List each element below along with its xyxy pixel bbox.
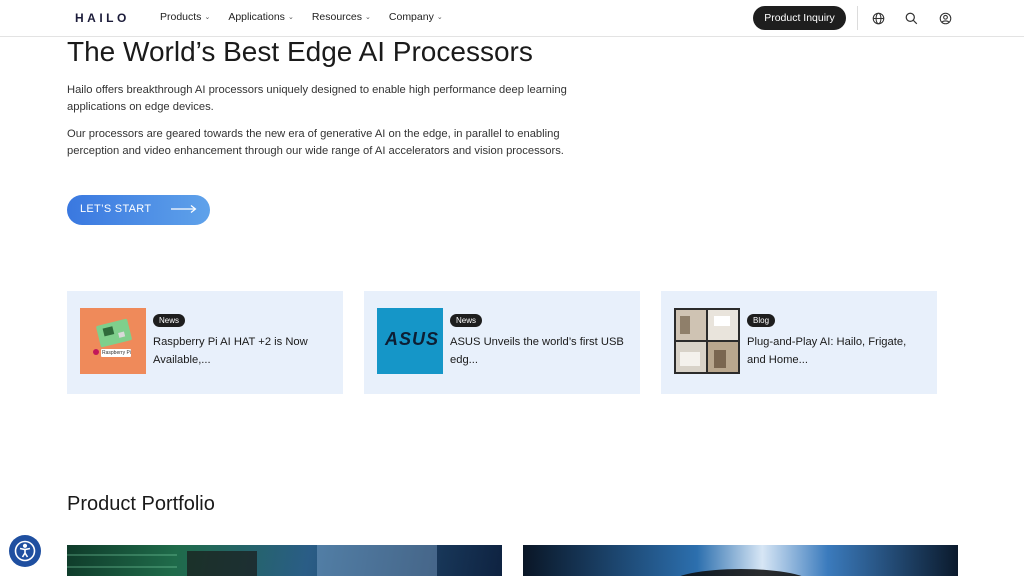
asus-logo-text: ASUS: [385, 329, 440, 349]
main-nav: Products ⌄ Applications ⌄ Resources ⌄ Co…: [160, 11, 461, 23]
camera-grid-thumbnail: [674, 308, 740, 374]
raspberry-pi-thumb-text: Raspberry Pi: [102, 350, 131, 356]
raspberry-pi-thumbnail: Raspberry Pi: [80, 308, 146, 374]
news-card-asus[interactable]: ASUS News ASUS Unveils the world’s first…: [364, 291, 640, 394]
nav-products[interactable]: Products ⌄: [160, 11, 210, 23]
nav-resources-label: Resources: [311, 11, 363, 23]
site-header: HAILO Products ⌄ Applications ⌄ Resource…: [0, 0, 1024, 37]
portfolio-image-chip-board[interactable]: [67, 545, 502, 576]
nav-applications-label: Applications: [228, 11, 285, 23]
hero-title: The World’s Best Edge AI Processors: [67, 36, 533, 67]
blog-badge: Blog: [747, 314, 776, 327]
hero-intro: Hailo offers breakthrough AI processors …: [67, 84, 567, 113]
nav-resources[interactable]: Resources ⌄: [312, 11, 371, 23]
chevron-down-icon: ⌄: [287, 14, 294, 21]
chevron-down-icon: ⌄: [365, 14, 371, 21]
arrow-right-icon: [171, 204, 197, 217]
lets-start-label: LET’S START: [80, 203, 152, 215]
portfolio-image-ai-module[interactable]: [523, 545, 958, 576]
product-inquiry-button[interactable]: Product Inquiry: [753, 6, 846, 30]
blog-card-plug-and-play[interactable]: Blog Plug-and-Play AI: Hailo, Frigate, a…: [661, 291, 937, 394]
globe-icon[interactable]: [870, 10, 886, 26]
nav-applications[interactable]: Applications ⌄: [228, 11, 294, 23]
lets-start-button[interactable]: LET’S START: [67, 195, 210, 225]
search-icon[interactable]: [903, 10, 919, 26]
hero-description: Our processors are geared towards the ne…: [67, 128, 564, 157]
nav-company[interactable]: Company ⌄: [389, 11, 443, 23]
news-badge: News: [153, 314, 186, 327]
card-title: Plug-and-Play AI: Hailo, Frigate, and Ho…: [747, 336, 907, 366]
user-icon[interactable]: [937, 10, 953, 26]
nav-company-label: Company: [388, 11, 434, 23]
header-divider: [857, 6, 858, 30]
asus-thumbnail: ASUS: [377, 308, 443, 374]
news-badge: News: [450, 314, 483, 327]
accessibility-icon[interactable]: [9, 535, 41, 567]
card-title: Raspberry Pi AI HAT +2 is Now Available,…: [153, 336, 308, 366]
nav-products-label: Products: [160, 11, 202, 23]
product-portfolio-heading: Product Portfolio: [67, 493, 215, 515]
news-card-raspberry-pi[interactable]: Raspberry Pi News Raspberry Pi AI HAT +2…: [67, 291, 343, 394]
chevron-down-icon: ⌄: [204, 14, 211, 21]
hailo-logo[interactable]: HAILO: [75, 11, 130, 25]
chevron-down-icon: ⌄: [436, 14, 443, 21]
card-title: ASUS Unveils the world’s first USB edg..…: [450, 336, 624, 366]
